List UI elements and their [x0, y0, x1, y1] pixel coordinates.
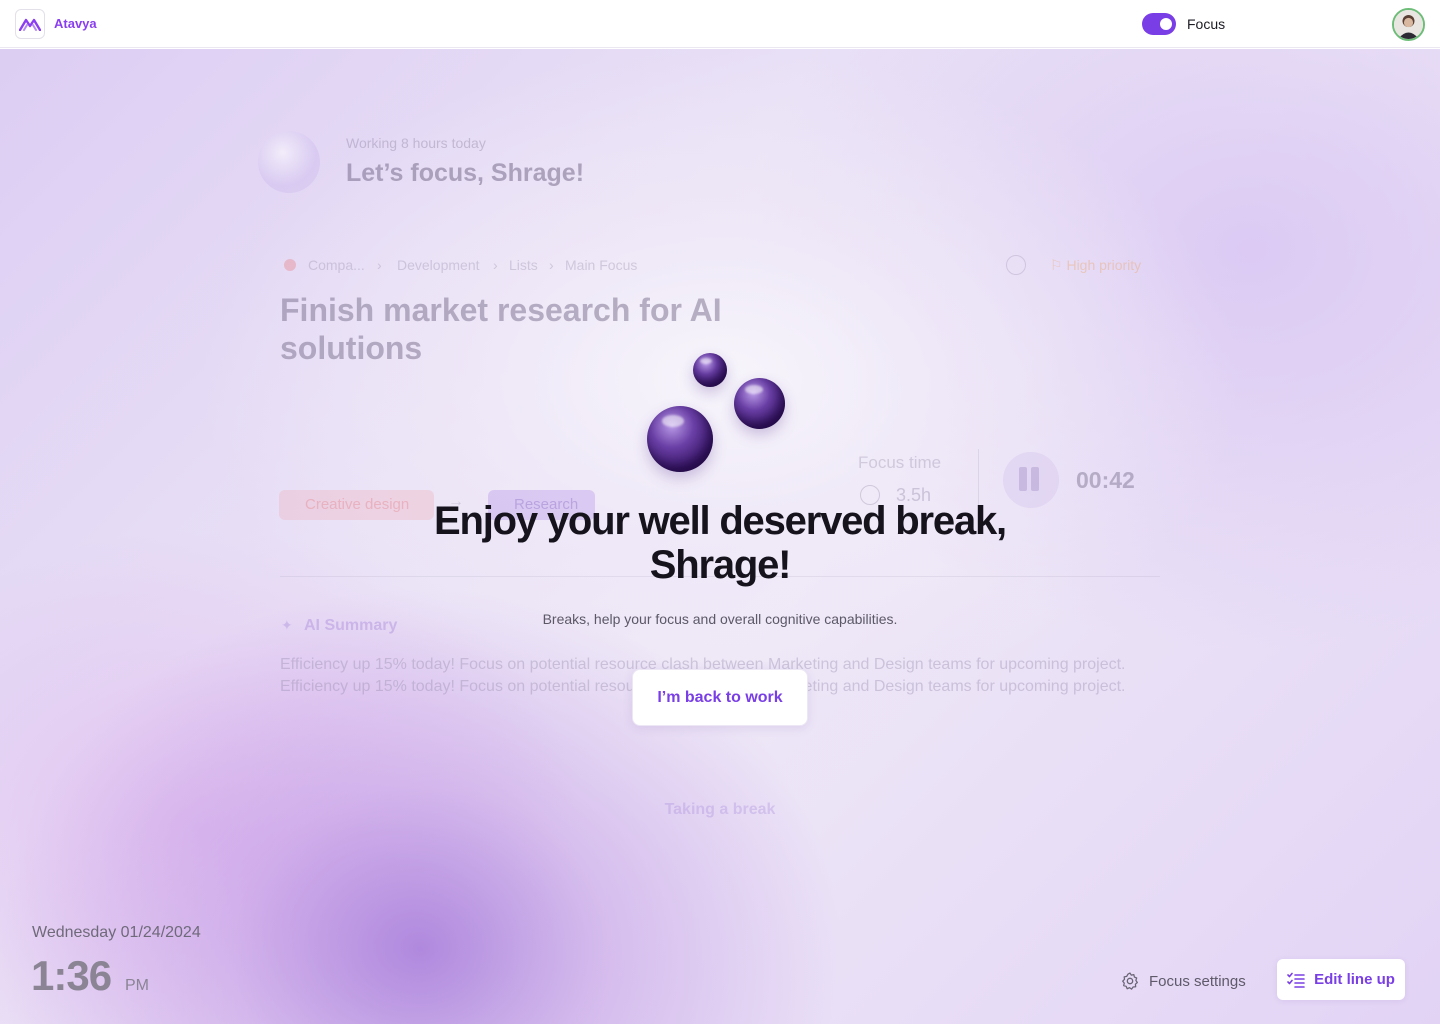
breadcrumb-separator-icon: ›: [549, 257, 554, 273]
breadcrumb-separator-icon: ›: [493, 257, 498, 273]
chat-icon: [1006, 255, 1026, 275]
priority-text: High priority: [1066, 257, 1142, 273]
user-avatar-icon: [1394, 10, 1423, 39]
breadcrumb-item: Compa...: [308, 257, 365, 273]
time-period: PM: [125, 977, 149, 994]
priority-label: ⚐ High priority: [1050, 257, 1142, 273]
breadcrumb-item: Development: [397, 257, 480, 273]
current-time: 1:36: [31, 952, 112, 999]
company-dot-icon: [284, 259, 296, 271]
user-avatar[interactable]: [1392, 8, 1425, 41]
focus-toggle-label: Focus: [1187, 16, 1226, 32]
sparkle-icon: ✦: [281, 617, 293, 633]
breadcrumb-item: Main Focus: [565, 257, 638, 273]
breadcrumb-separator-icon: ›: [377, 257, 382, 273]
bubble-decoration: [647, 406, 713, 472]
gear-icon: [1122, 972, 1138, 990]
edit-line-up-label: Edit line up: [1314, 971, 1395, 988]
focus-settings-button[interactable]: Focus settings: [1120, 969, 1246, 993]
working-hours-text: Working 8 hours today: [346, 135, 486, 151]
status-text: Taking a break: [664, 801, 776, 818]
atavya-logo-icon: [19, 18, 41, 31]
focus-toggle[interactable]: [1142, 13, 1176, 35]
back-to-work-button[interactable]: I’m back to work: [632, 669, 808, 726]
bubble-decoration: [693, 353, 727, 387]
top-bar: Atavya Focus: [0, 0, 1440, 48]
logo[interactable]: [15, 9, 45, 39]
checklist-icon: [1287, 972, 1305, 988]
toggle-knob: [1160, 18, 1172, 30]
greeting-title: Let’s focus, Shrage!: [346, 159, 585, 187]
pause-icon: [1019, 467, 1043, 491]
break-subline: Breaks, help your focus and overall cogn…: [542, 611, 898, 627]
task-title: Finish market research for AI solutions: [280, 292, 722, 366]
ai-summary-title: AI Summary: [304, 617, 398, 634]
focus-stage: Working 8 hours today Let’s focus, Shrag…: [0, 49, 1440, 1024]
focus-time-label: Focus time: [858, 453, 942, 472]
breadcrumb-item: Lists: [509, 257, 538, 273]
bubble-decoration: [734, 378, 785, 429]
edit-line-up-button[interactable]: Edit line up: [1277, 959, 1405, 1000]
current-date: Wednesday 01/24/2024: [32, 924, 201, 941]
break-headline: Enjoy your well deserved break, Shrage!: [434, 499, 1007, 587]
focus-settings-label: Focus settings: [1149, 972, 1246, 990]
timer: 00:42: [1076, 467, 1135, 493]
brand-name: Atavya: [54, 16, 97, 31]
chip-creative-design: Creative design: [279, 490, 434, 520]
background-orb: [258, 131, 320, 193]
